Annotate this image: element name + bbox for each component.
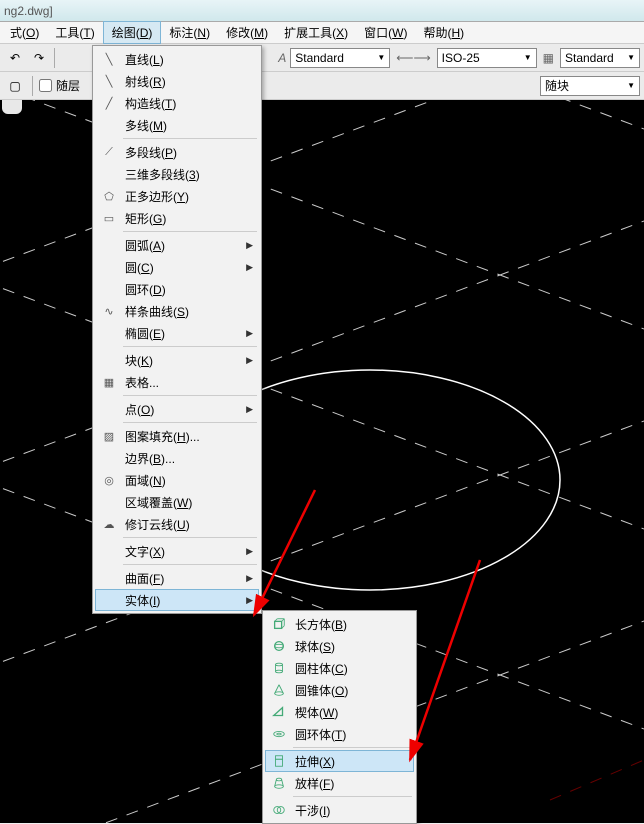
extrude-icon xyxy=(269,754,289,768)
submenu-arrow-icon: ▶ xyxy=(246,240,253,251)
menu-ellipse[interactable]: 椭圆(E) ▶ xyxy=(95,322,259,344)
pline-icon: ⟋ xyxy=(99,146,119,159)
menu-help[interactable]: 帮助(H) xyxy=(415,22,472,43)
menu-mline[interactable]: 多线(M) xyxy=(95,114,259,136)
tab-handle[interactable] xyxy=(2,100,22,114)
table-style-combo[interactable]: Standard ▼ xyxy=(560,48,640,68)
cone-icon xyxy=(269,683,289,697)
undo-button[interactable]: ↶ xyxy=(4,47,26,69)
sphere-icon xyxy=(269,639,289,653)
menu-region[interactable]: ◎ 面域(N) xyxy=(95,469,259,491)
rect-icon: ▭ xyxy=(99,212,119,225)
bylayer-label: 随层 xyxy=(56,77,80,94)
draw-dropdown: ╲ 直线(L) ╲ 射线(R) ╱ 构造线(T) 多线(M) ⟋ 多段线(P) … xyxy=(92,45,262,614)
layer-button[interactable]: ▢ xyxy=(4,75,26,97)
wedge-icon xyxy=(269,705,289,719)
submenu-box[interactable]: 长方体(B) xyxy=(265,613,414,635)
menu-text[interactable]: 文字(X) ▶ xyxy=(95,540,259,562)
text-style-combo[interactable]: Standard ▼ xyxy=(290,48,390,68)
cloud-icon: ☁ xyxy=(99,518,119,531)
ray-icon: ╲ xyxy=(99,75,119,88)
menu-dimension[interactable]: 标注(N) xyxy=(161,22,218,43)
title-text: ng2.dwg] xyxy=(4,4,53,18)
box-icon xyxy=(269,617,289,631)
menu-point[interactable]: 点(O) ▶ xyxy=(95,398,259,420)
menu-tools[interactable]: 工具(T) xyxy=(47,22,102,43)
hatch-icon: ▨ xyxy=(99,430,119,443)
menu-modify[interactable]: 修改(M) xyxy=(218,22,276,43)
submenu-sphere[interactable]: 球体(S) xyxy=(265,635,414,657)
menu-pline3d[interactable]: 三维多段线(3) xyxy=(95,163,259,185)
interfere-icon xyxy=(269,803,289,817)
menu-xline[interactable]: ╱ 构造线(T) xyxy=(95,92,259,114)
menu-revcloud[interactable]: ☁ 修订云线(U) xyxy=(95,513,259,535)
menu-polygon[interactable]: ⬠ 正多边形(Y) xyxy=(95,185,259,207)
dim-style-combo[interactable]: ISO-25 ▼ xyxy=(437,48,537,68)
polygon-icon: ⬠ xyxy=(99,190,119,203)
torus-icon xyxy=(269,727,289,741)
region-icon: ◎ xyxy=(99,474,119,487)
menu-donut[interactable]: 圆环(D) xyxy=(95,278,259,300)
table-icon: ▦ xyxy=(99,376,119,389)
menu-solid[interactable]: 实体(I) ▶ xyxy=(95,589,259,611)
submenu-cone[interactable]: 圆锥体(O) xyxy=(265,679,414,701)
redo-button[interactable]: ↷ xyxy=(28,47,50,69)
dim-style-icon: ⟵⟶ xyxy=(396,51,430,65)
menu-extend[interactable]: 扩展工具(X) xyxy=(276,22,356,43)
menu-circle[interactable]: 圆(C) ▶ xyxy=(95,256,259,278)
menu-pline[interactable]: ⟋ 多段线(P) xyxy=(95,141,259,163)
cylinder-icon xyxy=(269,661,289,675)
byblock-combo[interactable]: 随块 ▼ xyxy=(540,76,640,96)
menu-hatch[interactable]: ▨ 图案填充(H)... xyxy=(95,425,259,447)
menu-block[interactable]: 块(K) ▶ xyxy=(95,349,259,371)
menu-surface[interactable]: 曲面(F) ▶ xyxy=(95,567,259,589)
menu-format[interactable]: 式(O) xyxy=(2,22,47,43)
submenu-torus[interactable]: 圆环体(T) xyxy=(265,723,414,745)
table-style-icon: ▦ xyxy=(543,51,554,65)
xline-icon: ╱ xyxy=(99,97,119,110)
text-style-icon: A xyxy=(278,51,286,65)
menu-spline[interactable]: ∿ 样条曲线(S) xyxy=(95,300,259,322)
menu-draw[interactable]: 绘图(D) xyxy=(103,21,162,44)
menu-wipeout[interactable]: 区域覆盖(W) xyxy=(95,491,259,513)
submenu-wedge[interactable]: 楔体(W) xyxy=(265,701,414,723)
submenu-extrude[interactable]: 拉伸(X) xyxy=(265,750,414,772)
menu-window[interactable]: 窗口(W) xyxy=(356,22,415,43)
menu-ray[interactable]: ╲ 射线(R) xyxy=(95,70,259,92)
menu-line[interactable]: ╲ 直线(L) xyxy=(95,48,259,70)
title-bar: ng2.dwg] xyxy=(0,0,644,22)
menu-bar: 式(O) 工具(T) 绘图(D) 标注(N) 修改(M) 扩展工具(X) 窗口(… xyxy=(0,22,644,44)
menu-table[interactable]: ▦ 表格... xyxy=(95,371,259,393)
submenu-loft[interactable]: 放样(F) xyxy=(265,772,414,794)
menu-arc[interactable]: 圆弧(A) ▶ xyxy=(95,234,259,256)
line-icon: ╲ xyxy=(99,53,119,66)
layer-checkbox[interactable] xyxy=(39,79,52,92)
menu-boundary[interactable]: 边界(B)... xyxy=(95,447,259,469)
submenu-cylinder[interactable]: 圆柱体(C) xyxy=(265,657,414,679)
solid-submenu: 长方体(B) 球体(S) 圆柱体(C) 圆锥体(O) 楔体(W) 圆环体(T) … xyxy=(262,610,417,824)
submenu-interfere[interactable]: 干涉(I) xyxy=(265,799,414,821)
spline-icon: ∿ xyxy=(99,305,119,318)
loft-icon xyxy=(269,776,289,790)
menu-rect[interactable]: ▭ 矩形(G) xyxy=(95,207,259,229)
